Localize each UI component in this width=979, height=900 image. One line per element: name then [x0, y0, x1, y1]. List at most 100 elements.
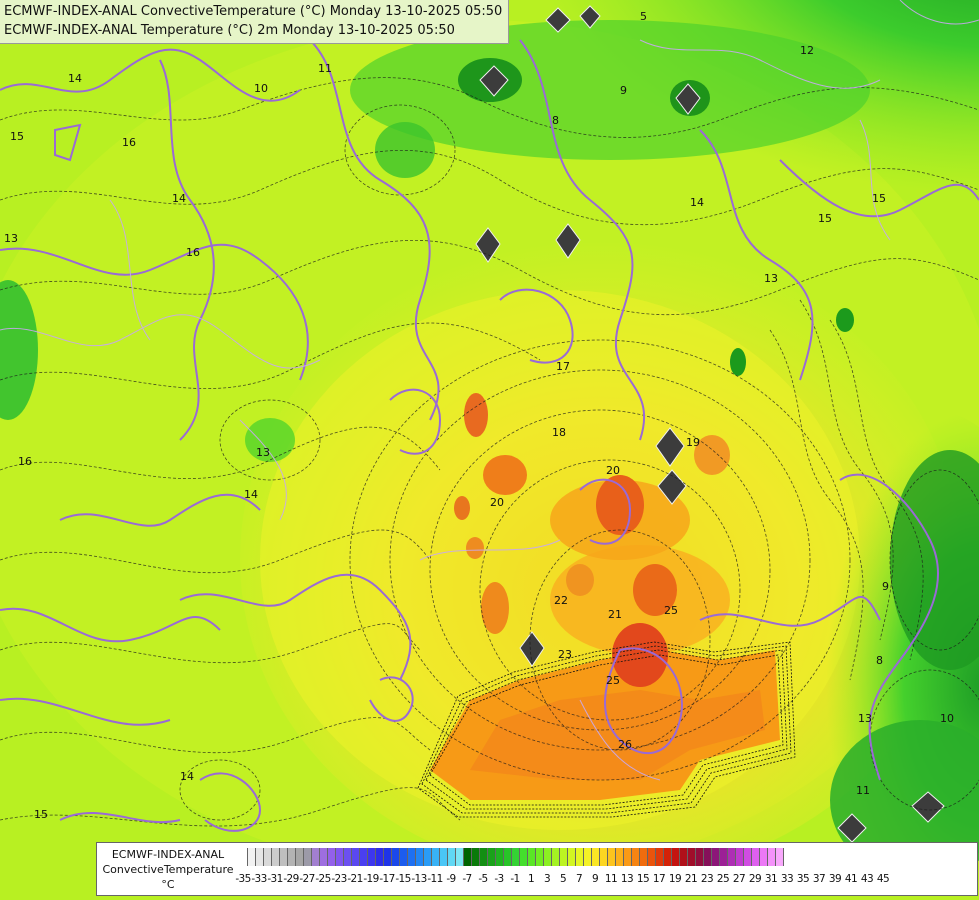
legend-tick-label: 33 [780, 873, 794, 885]
legend-swatch [656, 848, 664, 866]
legend-caption: ECMWF-INDEX-ANAL ConvectiveTemperature °… [99, 847, 237, 892]
legend-caption-model: ECMWF-INDEX-ANAL [111, 848, 225, 861]
orange-cell-9 [466, 537, 484, 559]
legend-tick-label: -21 [347, 873, 363, 885]
legend-tick-label: -9 [446, 873, 456, 885]
legend-tick-labels: -35 -33 -31 -29 -27 -25 -23 -21 -19 -17 -15 -13 -11-… [235, 873, 891, 885]
legend-swatch [584, 848, 592, 866]
legend-swatch [600, 848, 608, 866]
legend-tick-label: -13 [411, 873, 427, 885]
legend-swatch [768, 848, 776, 866]
legend-swatch [248, 848, 256, 866]
contour-label: 13 [764, 272, 778, 285]
contour-label: 9 [882, 580, 889, 593]
legend-tick-label: 3 [543, 873, 551, 885]
legend-tick-label: -23 [331, 873, 347, 885]
legend-swatch [480, 848, 488, 866]
legend-swatch [608, 848, 616, 866]
legend-swatch [624, 848, 632, 866]
contour-label: 25 [664, 604, 678, 617]
legend-tick-label: 9 [591, 873, 599, 885]
legend-color-bar [240, 848, 784, 866]
legend-swatch [296, 848, 304, 866]
legend-swatch [696, 848, 704, 866]
legend-swatch [760, 848, 768, 866]
legend-swatch [568, 848, 576, 866]
legend-tick-label: 41 [844, 873, 858, 885]
legend-swatch [304, 848, 312, 866]
legend-swatch [344, 848, 352, 866]
contour-label: 14 [180, 770, 194, 783]
green-patch-e [836, 308, 854, 332]
contour-label: 20 [490, 496, 504, 509]
legend-swatch [488, 848, 496, 866]
contour-label: 20 [606, 464, 620, 477]
contour-label: 13 [858, 712, 872, 725]
contour-label: 11 [856, 784, 870, 797]
legend-swatch [328, 848, 336, 866]
legend-tick-label: -3 [494, 873, 504, 885]
legend-tick-label: -15 [395, 873, 411, 885]
contour-label: 15 [818, 212, 832, 225]
legend-caption-unit: °C [161, 878, 175, 891]
contour-label: 16 [122, 136, 136, 149]
legend-swatch [712, 848, 720, 866]
contour-label: 14 [68, 72, 82, 85]
legend-tick-label: 35 [796, 873, 810, 885]
legend-tick-label: -19 [363, 873, 379, 885]
legend-tick-label: 29 [748, 873, 762, 885]
legend-swatch [688, 848, 696, 866]
legend-swatch [776, 848, 784, 866]
orange-cell-8 [454, 496, 470, 520]
legend-tick-label: 7 [575, 873, 583, 885]
orange-cell-10 [566, 564, 594, 596]
legend-swatch [552, 848, 560, 866]
contour-label: 13 [4, 232, 18, 245]
legend-swatch [544, 848, 552, 866]
contour-label: 11 [318, 62, 332, 75]
contour-label: 15 [34, 808, 48, 821]
legend-swatch [560, 848, 568, 866]
legend-swatch [392, 848, 400, 866]
legend-swatch [312, 848, 320, 866]
legend-swatch [360, 848, 368, 866]
legend-swatch [256, 848, 264, 866]
legend-swatch [592, 848, 600, 866]
legend-tick-label: -7 [462, 873, 472, 885]
legend-swatch [752, 848, 760, 866]
legend-tick-label: 17 [652, 873, 666, 885]
legend-swatch [672, 848, 680, 866]
green-patch-b [245, 418, 295, 462]
legend-swatch [720, 848, 728, 866]
legend-swatch [728, 848, 736, 866]
legend-swatch [616, 848, 624, 866]
legend-swatch [288, 848, 296, 866]
legend-swatch [456, 848, 464, 866]
legend-tick-label: 19 [668, 873, 682, 885]
legend-swatch [352, 848, 360, 866]
legend-swatch [424, 848, 432, 866]
contour-label: 9 [620, 84, 627, 97]
legend-tick-label: 25 [716, 873, 730, 885]
contour-label: 25 [606, 674, 620, 687]
contour-label: 22 [554, 594, 568, 607]
contour-label: 16 [18, 455, 32, 468]
contour-label: 14 [690, 196, 704, 209]
legend-tick-label: 5 [559, 873, 567, 885]
legend-swatch [520, 848, 528, 866]
color-legend: ECMWF-INDEX-ANAL ConvectiveTemperature °… [96, 842, 978, 896]
legend-swatch [280, 848, 288, 866]
legend-tick-label: 11 [604, 873, 618, 885]
legend-tick-label: 1 [527, 873, 535, 885]
legend-swatch [504, 848, 512, 866]
legend-swatch [416, 848, 424, 866]
legend-swatch [440, 848, 448, 866]
contour-label: 8 [876, 654, 883, 667]
legend-tick-label: 21 [684, 873, 698, 885]
legend-tick-label: 37 [812, 873, 826, 885]
contour-label: 13 [256, 446, 270, 459]
legend-swatch [664, 848, 672, 866]
legend-swatch [272, 848, 280, 866]
contour-label: 19 [686, 436, 700, 449]
legend-tick-label: -29 [283, 873, 299, 885]
